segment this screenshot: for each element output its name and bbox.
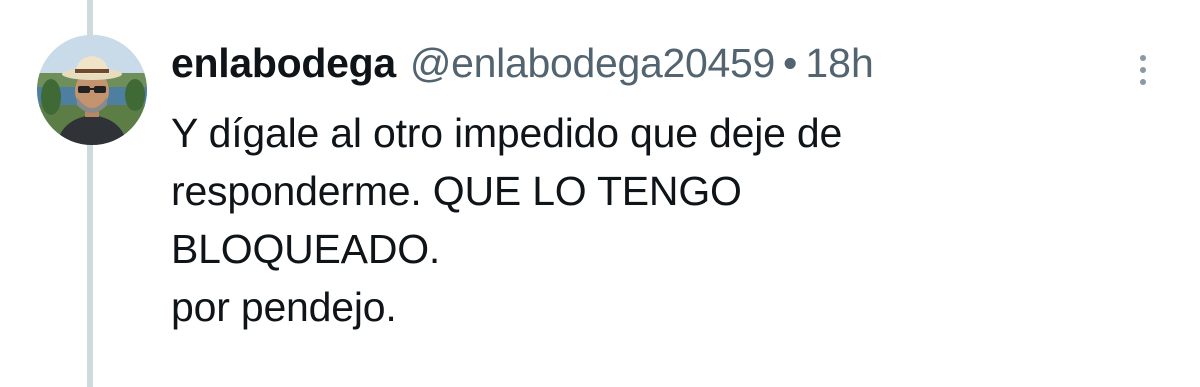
user-handle[interactable]: @enlabodega20459 — [410, 40, 775, 87]
avatar[interactable] — [37, 35, 147, 145]
tweet-header: enlabodega @enlabodega20459 • 18h — [171, 40, 874, 96]
separator-dot: • — [783, 40, 798, 86]
tweet-text-line: BLOQUEADO. — [171, 226, 441, 272]
more-vertical-icon-dot — [1140, 67, 1146, 73]
more-options-button[interactable] — [1128, 48, 1158, 92]
tweet-text-line: Y dígale al otro impedido que deje de — [171, 110, 843, 156]
tweet-text: Y dígale al otro impedido que deje de re… — [171, 104, 1151, 336]
tweet-text-line: por pendejo. — [171, 284, 397, 330]
avatar-photo — [37, 35, 147, 145]
more-vertical-icon-dot — [1140, 79, 1146, 85]
tweet-text-line: responderme. QUE LO TENGO — [171, 168, 742, 214]
timestamp[interactable]: 18h — [805, 40, 873, 87]
more-vertical-icon — [1140, 55, 1146, 61]
display-name[interactable]: enlabodega — [171, 40, 396, 87]
